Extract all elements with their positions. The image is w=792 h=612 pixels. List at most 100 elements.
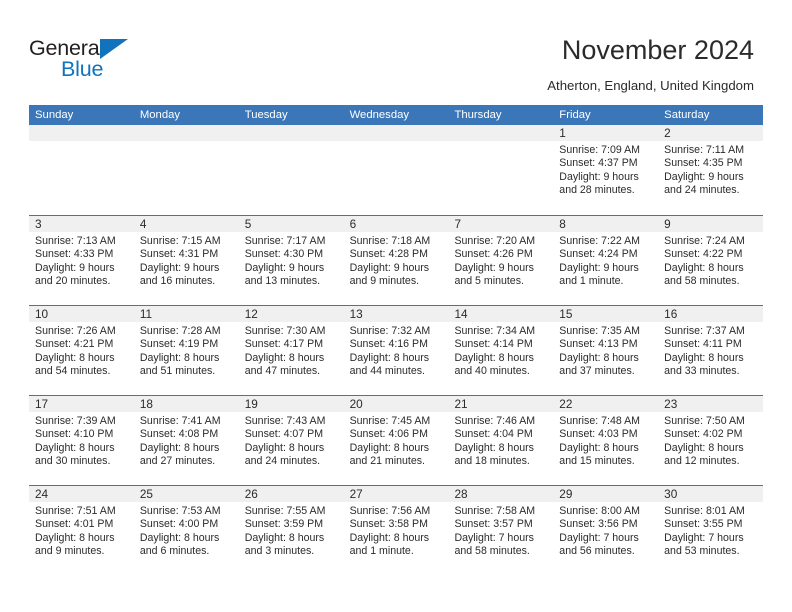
calendar-day-cell[interactable]: 18 Sunrise: 7:41 AM Sunset: 4:08 PM Dayligh… [133,396,239,485]
sunrise-text: Sunrise: 7:30 AM [244,325,326,337]
calendar-day-cell[interactable]: 16 Sunrise: 7:37 AM Sunset: 4:11 PM Dayligh… [658,306,764,395]
day-number-band [29,125,134,141]
calendar-day-cell[interactable]: 10 Sunrise: 7:26 AM Sunset: 4:21 PM Dayligh… [29,306,134,395]
calendar-day-cell[interactable]: 20 Sunrise: 7:45 AM Sunset: 4:06 PM Dayligh… [343,396,449,485]
day-details: Sunrise: 7:17 AM Sunset: 4:30 PM Daylight:… [239,232,344,289]
daylight-text-line2: and 33 minutes. [664,365,740,378]
calendar-week-row: 17 Sunrise: 7:39 AM Sunset: 4:10 PM Dayligh… [29,395,764,485]
daylight-text-line1: Daylight: 8 hours [139,441,220,454]
calendar-day-cell[interactable]: 25 Sunrise: 7:53 AM Sunset: 4:00 PM Dayligh… [133,486,239,575]
calendar-day-cell[interactable]: 28 Sunrise: 7:58 AM Sunset: 3:57 PM Dayligh… [448,486,554,575]
day-number-band: 17 [29,396,134,412]
daylight-text-line2: and 37 minutes. [559,365,635,378]
calendar-day-cell[interactable]: 22 Sunrise: 7:48 AM Sunset: 4:03 PM Dayligh… [553,396,659,485]
calendar-day-cell[interactable]: 29 Sunrise: 8:00 AM Sunset: 3:56 PM Dayligh… [553,486,659,575]
day-details [239,141,344,144]
day-number-band: 8 [553,216,659,232]
calendar-day-cell[interactable]: 24 Sunrise: 7:51 AM Sunset: 4:01 PM Dayligh… [29,486,134,575]
calendar-day-cell[interactable]: 11 Sunrise: 7:28 AM Sunset: 4:19 PM Dayligh… [133,306,239,395]
day-details: Sunrise: 7:26 AM Sunset: 4:21 PM Daylight:… [29,322,134,379]
day-number-band: 22 [553,396,659,412]
daylight-text-line2: and 47 minutes. [244,365,321,378]
day-details: Sunrise: 7:37 AM Sunset: 4:11 PM Daylight:… [658,322,763,379]
calendar-day-cell[interactable]: 17 Sunrise: 7:39 AM Sunset: 4:10 PM Dayligh… [29,396,134,485]
calendar-day-cell[interactable]: 7 Sunrise: 7:20 AM Sunset: 4:26 PM Daylight… [448,216,554,305]
sunrise-text: Sunrise: 7:13 AM [35,235,116,247]
calendar-day-cell[interactable]: 27 Sunrise: 7:56 AM Sunset: 3:58 PM Dayligh… [343,486,449,575]
day-number-band: 18 [133,396,239,412]
calendar-day-cell[interactable]: 8 Sunrise: 7:22 AM Sunset: 4:24 PM Daylight… [553,216,659,305]
sunset-text: Sunset: 4:16 PM [349,338,428,351]
day-number-band: 6 [343,216,449,232]
calendar-day-cell[interactable]: 19 Sunrise: 7:43 AM Sunset: 4:07 PM Dayligh… [238,396,344,485]
day-number-band: 10 [29,306,134,322]
calendar-day-cell[interactable]: 30 Sunrise: 8:01 AM Sunset: 3:55 PM Dayligh… [658,486,764,575]
sunrise-text: Sunrise: 7:58 AM [454,505,536,517]
sunset-text: Sunset: 4:14 PM [454,338,533,351]
sunset-text: Sunset: 4:08 PM [139,428,219,441]
sunrise-text: Sunrise: 7:34 AM [454,325,536,337]
daylight-text-line1: Daylight: 9 hours [244,261,325,274]
sunrise-text: Sunrise: 7:46 AM [454,415,536,427]
sunset-text: Sunset: 4:06 PM [349,428,428,441]
day-number-band: 28 [448,486,554,502]
sunset-text: Sunset: 4:30 PM [244,248,324,261]
daylight-text-line2: and 40 minutes. [454,365,530,378]
daylight-text-line2: and 9 minutes. [349,275,420,288]
calendar-day-cell[interactable]: 14 Sunrise: 7:34 AM Sunset: 4:14 PM Dayligh… [448,306,554,395]
day-details: Sunrise: 7:32 AM Sunset: 4:16 PM Daylight:… [344,322,449,379]
calendar-day-cell-empty [133,125,239,215]
day-number: 18 [139,397,153,411]
day-number-band: 11 [133,306,239,322]
calendar-week-row: 1 Sunrise: 7:09 AM Sunset: 4:37 PM Daylight… [29,125,764,215]
day-details: Sunrise: 7:45 AM Sunset: 4:06 PM Daylight:… [344,412,449,469]
daylight-text-line2: and 3 minutes. [244,545,315,558]
day-details: Sunrise: 7:43 AM Sunset: 4:07 PM Daylight:… [239,412,344,469]
sunrise-text: Sunrise: 7:24 AM [664,235,745,247]
sunset-text: Sunset: 4:10 PM [35,428,114,441]
day-details: Sunrise: 7:58 AM Sunset: 3:57 PM Daylight:… [448,502,553,559]
daylight-text-line2: and 13 minutes. [244,275,321,288]
calendar-day-cell[interactable]: 6 Sunrise: 7:18 AM Sunset: 4:28 PM Daylight… [343,216,449,305]
calendar-day-cell[interactable]: 1 Sunrise: 7:09 AM Sunset: 4:37 PM Daylight… [553,125,659,215]
sunset-text: Sunset: 4:00 PM [139,518,219,531]
calendar-day-cell[interactable]: 4 Sunrise: 7:15 AM Sunset: 4:31 PM Daylight… [133,216,239,305]
calendar-day-cell-empty [343,125,449,215]
daylight-text-line2: and 27 minutes. [139,455,216,468]
calendar-day-cell[interactable]: 9 Sunrise: 7:24 AM Sunset: 4:22 PM Daylight… [658,216,764,305]
calendar-day-cell[interactable]: 13 Sunrise: 7:32 AM Sunset: 4:16 PM Dayligh… [343,306,449,395]
day-number-band: 14 [448,306,554,322]
sunset-text: Sunset: 4:02 PM [664,428,743,441]
daylight-text-line2: and 58 minutes. [664,275,740,288]
day-number-band: 2 [658,125,764,141]
day-number: 28 [454,487,468,501]
day-number-band: 16 [658,306,764,322]
calendar-day-cell[interactable]: 15 Sunrise: 7:35 AM Sunset: 4:13 PM Dayligh… [553,306,659,395]
day-number-band: 27 [343,486,449,502]
sunrise-text: Sunrise: 7:09 AM [559,144,640,156]
day-details: Sunrise: 7:11 AM Sunset: 4:35 PM Daylight:… [658,141,763,198]
day-number: 25 [139,487,153,501]
calendar-day-cell[interactable]: 21 Sunrise: 7:46 AM Sunset: 4:04 PM Dayligh… [448,396,554,485]
daylight-text-line2: and 28 minutes. [559,184,635,197]
calendar-day-cell[interactable]: 26 Sunrise: 7:55 AM Sunset: 3:59 PM Dayligh… [238,486,344,575]
calendar-day-cell[interactable]: 12 Sunrise: 7:30 AM Sunset: 4:17 PM Dayligh… [238,306,344,395]
day-number-band [448,125,554,141]
calendar-day-cell[interactable]: 23 Sunrise: 7:50 AM Sunset: 4:02 PM Dayligh… [658,396,764,485]
general-blue-logo[interactable]: General Blue [29,36,219,84]
day-number-band: 20 [343,396,449,412]
day-number: 30 [664,487,678,501]
daylight-text-line1: Daylight: 9 hours [349,261,430,274]
day-number: 9 [664,217,671,231]
calendar-day-cell[interactable]: 3 Sunrise: 7:13 AM Sunset: 4:33 PM Daylight… [29,216,134,305]
sunset-text: Sunset: 4:21 PM [35,338,114,351]
weekday-header-saturday: Saturday [664,109,710,121]
calendar-day-cell[interactable]: 5 Sunrise: 7:17 AM Sunset: 4:30 PM Daylight… [238,216,344,305]
day-number: 5 [244,217,252,231]
calendar-week-row: 3 Sunrise: 7:13 AM Sunset: 4:33 PM Daylight… [29,215,764,305]
day-number: 8 [559,217,566,231]
calendar-day-cell[interactable]: 2 Sunrise: 7:11 AM Sunset: 4:35 PM Daylight… [658,125,764,215]
daylight-text-line1: Daylight: 7 hours [454,531,534,544]
sunrise-text: Sunrise: 7:43 AM [244,415,326,427]
sunrise-text: Sunrise: 7:22 AM [559,235,640,247]
